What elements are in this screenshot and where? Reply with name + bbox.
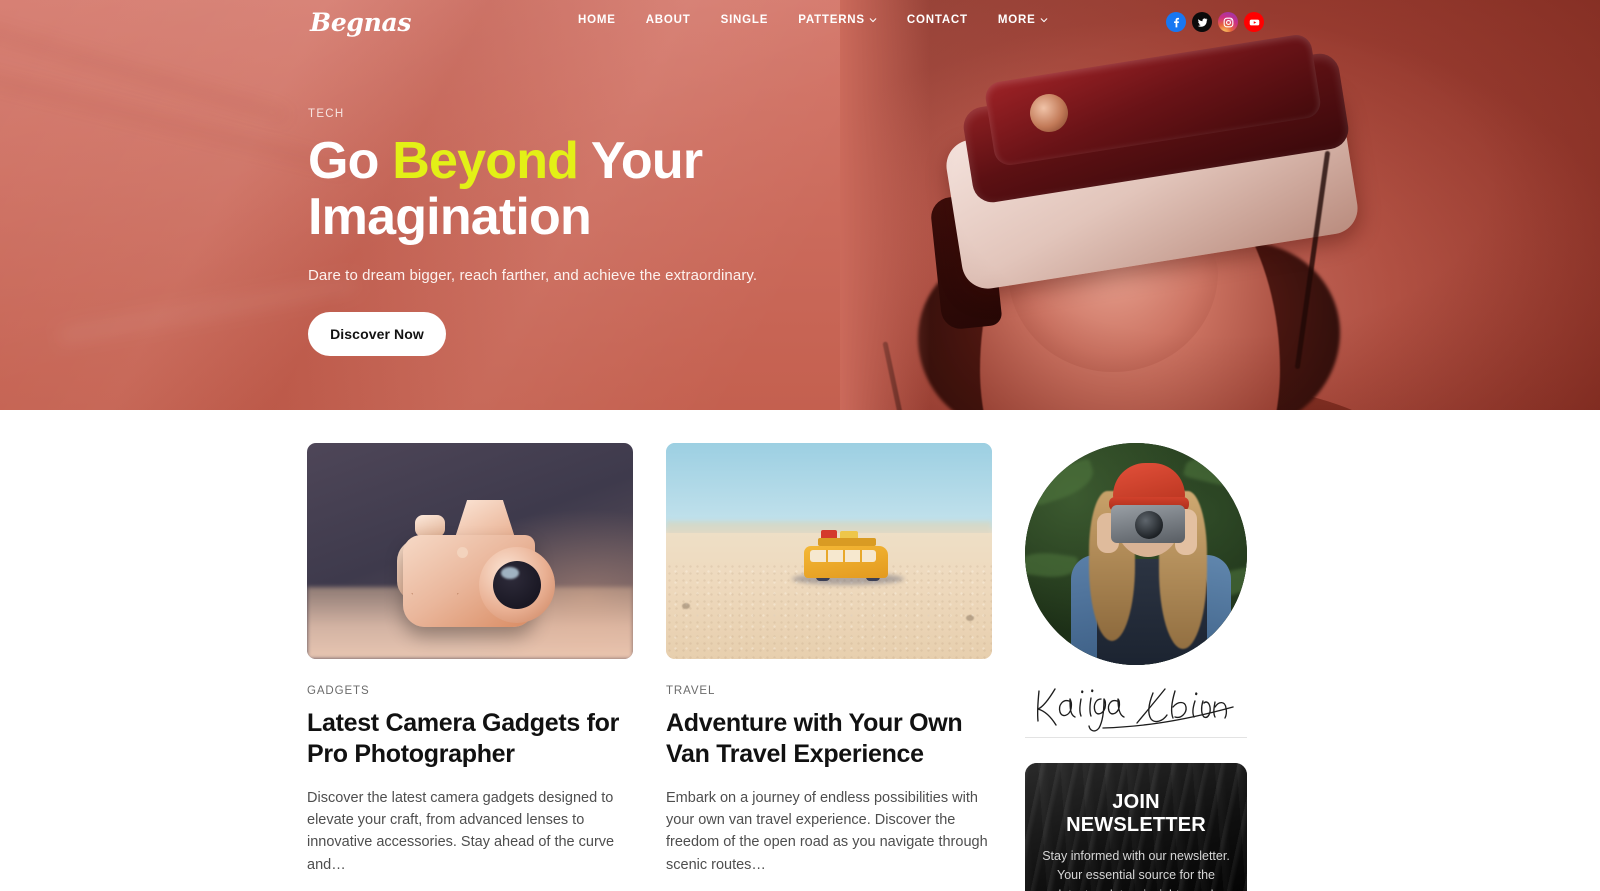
main-navigation: Begnas HOME ABOUT SINGLE PATTERNS CONTAC… — [0, 0, 1600, 44]
content-grid: GADGETS Latest Camera Gadgets for Pro Ph… — [307, 443, 1297, 891]
hero-category: TECH — [308, 108, 345, 120]
hero-title-line2: Imagination — [308, 187, 592, 246]
discover-now-button[interactable]: Discover Now — [308, 312, 446, 357]
youtube-icon[interactable] — [1244, 12, 1264, 32]
divider — [1025, 737, 1247, 738]
nav-item-home[interactable]: HOME — [578, 14, 616, 26]
nav-item-label: MORE — [997, 14, 1036, 26]
nav-item-single[interactable]: SINGLE — [721, 14, 769, 26]
post-excerpt: Discover the latest camera gadgets desig… — [307, 789, 615, 873]
nav-links: HOME ABOUT SINGLE PATTERNS CONTACT MORE — [578, 14, 1048, 26]
hero-title-part1: Go — [308, 132, 393, 190]
site-logo[interactable]: Begnas — [310, 8, 411, 37]
hero-subtitle: Dare to dream bigger, reach farther, and… — [308, 267, 758, 285]
post-excerpt: Embark on a journey of endless possibili… — [666, 789, 988, 873]
nav-item-about[interactable]: ABOUT — [646, 14, 691, 26]
main-content: GADGETS Latest Camera Gadgets for Pro Ph… — [0, 410, 1600, 891]
facebook-icon[interactable] — [1166, 12, 1186, 32]
instagram-icon[interactable] — [1218, 12, 1238, 32]
nav-item-contact[interactable]: CONTACT — [907, 14, 968, 26]
chevron-down-icon — [1040, 16, 1048, 24]
post-thumbnail-van[interactable] — [666, 443, 992, 659]
nav-item-label: SINGLE — [720, 14, 769, 26]
newsletter-title: JOIN NEWSLETTER — [1066, 791, 1206, 836]
post-category[interactable]: GADGETS — [307, 685, 633, 697]
newsletter-card: JOIN NEWSLETTER Stay informed with our n… — [1025, 763, 1247, 891]
hero-title-part2: Your — [578, 132, 703, 190]
avatar — [1025, 443, 1247, 665]
hero-image — [840, 0, 1600, 410]
nav-item-label: ABOUT — [645, 14, 691, 26]
post-card: TRAVEL Adventure with Your Own Van Trave… — [666, 443, 992, 891]
social-links — [1166, 12, 1264, 32]
post-title[interactable]: Adventure with Your Own Van Travel Exper… — [666, 708, 992, 771]
nav-item-label: HOME — [578, 14, 616, 26]
post-card: GADGETS Latest Camera Gadgets for Pro Ph… — [307, 443, 633, 891]
post-category[interactable]: TRAVEL — [666, 685, 992, 697]
sidebar: JOIN NEWSLETTER Stay informed with our n… — [1025, 443, 1247, 891]
post-thumbnail-camera[interactable] — [307, 443, 633, 659]
hero-section: Begnas HOME ABOUT SINGLE PATTERNS CONTAC… — [0, 0, 1600, 410]
page-title: Go Beyond Your Imagination — [308, 132, 928, 246]
hero-title-highlight: Beyond — [392, 132, 579, 190]
nav-item-more[interactable]: MORE — [998, 14, 1048, 26]
nav-item-label: CONTACT — [906, 14, 968, 26]
twitter-icon[interactable] — [1192, 12, 1212, 32]
author-signature — [1025, 681, 1247, 738]
chevron-down-icon — [869, 16, 877, 24]
hero-content: TECH Go Beyond Your Imagination Dare to … — [308, 108, 928, 357]
nav-item-label: PATTERNS — [798, 14, 865, 26]
post-title[interactable]: Latest Camera Gadgets for Pro Photograph… — [307, 708, 633, 771]
newsletter-description: Stay informed with our newsletter. Your … — [1042, 849, 1230, 891]
nav-item-patterns[interactable]: PATTERNS — [798, 14, 877, 26]
